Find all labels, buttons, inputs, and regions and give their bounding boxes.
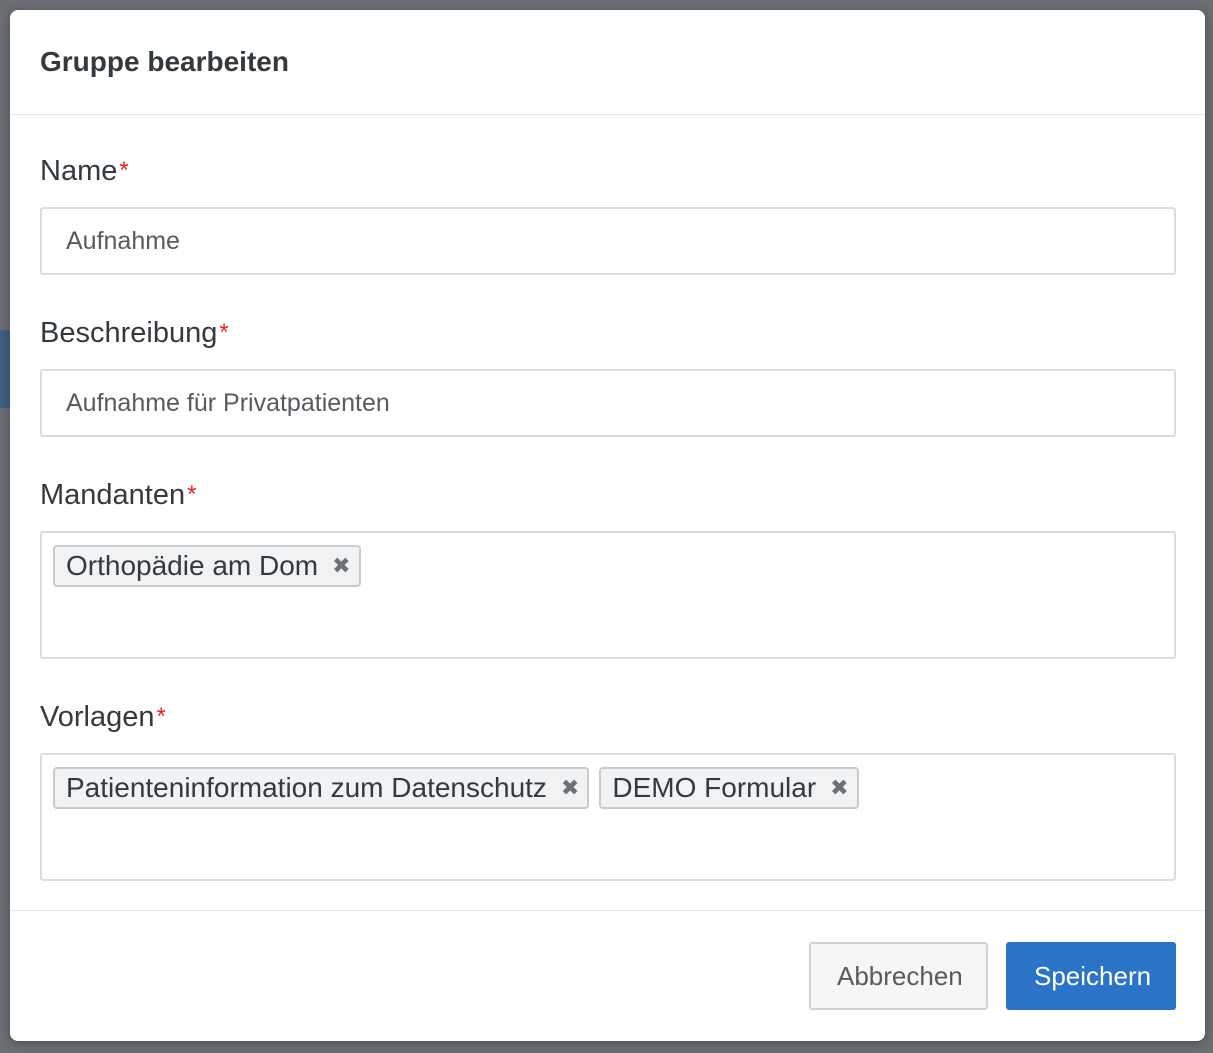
clients-label: Mandanten* — [40, 475, 1175, 515]
close-icon[interactable]: ✖ — [830, 777, 848, 799]
templates-multiselect[interactable]: Patienteninformation zum Datenschutz ✖ D… — [40, 753, 1176, 881]
clients-multiselect[interactable]: Orthopädie am Dom ✖ — [40, 531, 1176, 659]
templates-tag: Patienteninformation zum Datenschutz ✖ — [53, 767, 590, 809]
required-marker: * — [219, 319, 229, 346]
required-marker: * — [187, 481, 197, 508]
templates-tag: DEMO Formular ✖ — [599, 767, 859, 809]
tag-label: Patienteninformation zum Datenschutz — [66, 772, 547, 803]
dialog-footer: Abbrechen Speichern — [10, 911, 1205, 1041]
name-label-text: Name — [40, 155, 118, 187]
clients-label-text: Mandanten — [40, 479, 186, 511]
name-label: Name* — [40, 151, 1175, 191]
close-icon[interactable]: ✖ — [332, 555, 350, 577]
name-field-group: Name* — [40, 151, 1176, 275]
templates-field-group: Vorlagen* Patienteninformation zum Daten… — [40, 697, 1176, 881]
dialog-header: Gruppe bearbeiten — [10, 10, 1205, 115]
required-marker: * — [156, 703, 166, 730]
tag-label: DEMO Formular — [612, 772, 817, 803]
description-label-text: Beschreibung — [40, 317, 218, 349]
clients-tag: Orthopädie am Dom ✖ — [53, 545, 361, 587]
templates-label: Vorlagen* — [40, 697, 1175, 737]
description-label: Beschreibung* — [40, 313, 1175, 353]
name-input[interactable] — [40, 207, 1176, 275]
tag-label: Orthopädie am Dom — [66, 550, 319, 581]
cancel-button[interactable]: Abbrechen — [809, 942, 988, 1010]
required-marker: * — [119, 157, 129, 184]
dialog-body: Name* Beschreibung* Mandanten* Orthopädi… — [10, 115, 1205, 911]
description-field-group: Beschreibung* — [40, 313, 1176, 437]
edit-group-dialog: Gruppe bearbeiten Name* Beschreibung* Ma… — [10, 10, 1205, 1041]
clients-field-group: Mandanten* Orthopädie am Dom ✖ — [40, 475, 1176, 659]
templates-label-text: Vorlagen — [40, 701, 155, 733]
dialog-title: Gruppe bearbeiten — [40, 46, 289, 77]
description-input[interactable] — [40, 369, 1176, 437]
close-icon[interactable]: ✖ — [561, 777, 579, 799]
save-button[interactable]: Speichern — [1006, 942, 1176, 1010]
